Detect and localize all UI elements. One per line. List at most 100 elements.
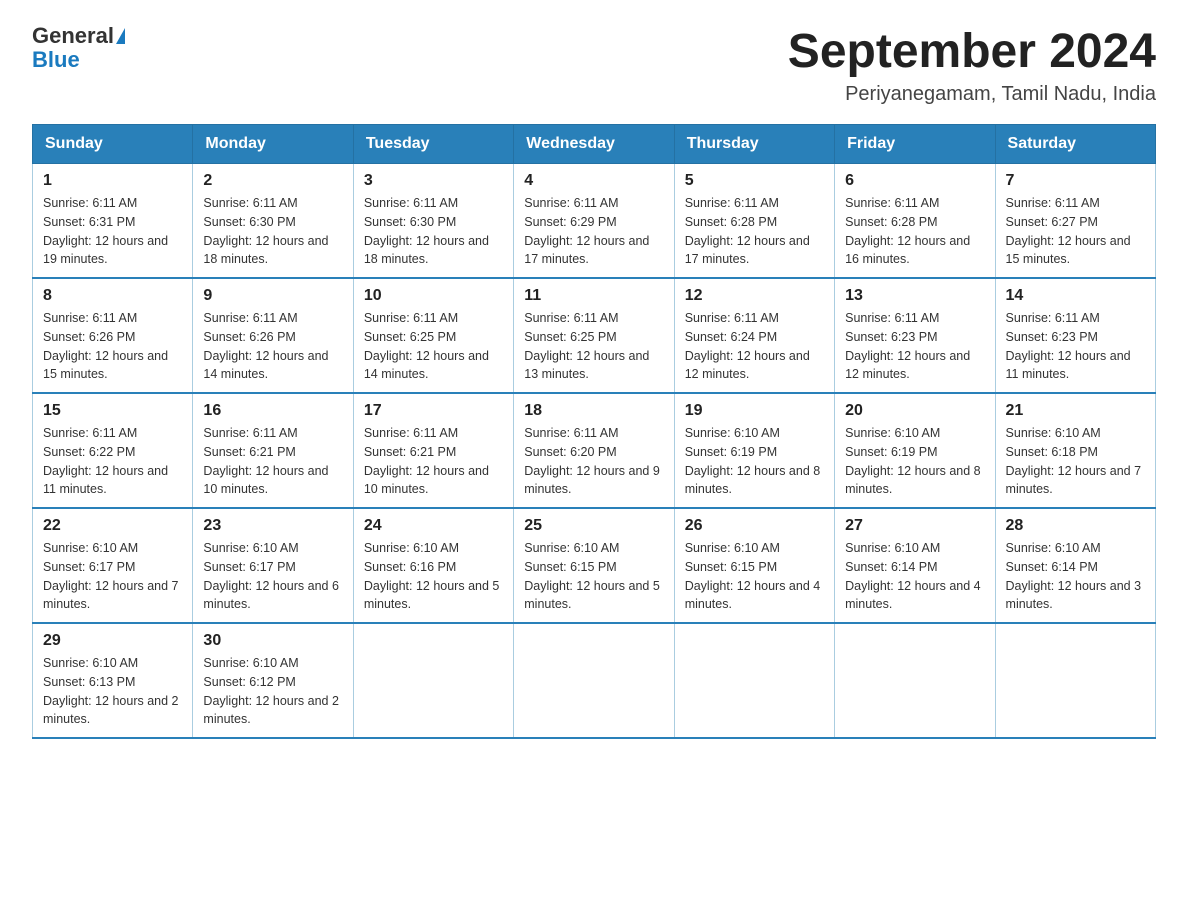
col-sunday: Sunday <box>33 125 193 164</box>
day-number: 3 <box>364 172 503 190</box>
table-row: 8 Sunrise: 6:11 AMSunset: 6:26 PMDayligh… <box>33 278 193 393</box>
logo-general: General <box>32 24 114 48</box>
day-info: Sunrise: 6:10 AMSunset: 6:19 PMDaylight:… <box>845 426 981 496</box>
day-info: Sunrise: 6:10 AMSunset: 6:15 PMDaylight:… <box>524 541 660 611</box>
day-number: 30 <box>203 632 342 650</box>
table-row: 9 Sunrise: 6:11 AMSunset: 6:26 PMDayligh… <box>193 278 353 393</box>
calendar-header-row: Sunday Monday Tuesday Wednesday Thursday… <box>33 125 1156 164</box>
col-saturday: Saturday <box>995 125 1155 164</box>
day-number: 5 <box>685 172 824 190</box>
day-info: Sunrise: 6:10 AMSunset: 6:14 PMDaylight:… <box>1006 541 1142 611</box>
col-monday: Monday <box>193 125 353 164</box>
day-number: 4 <box>524 172 663 190</box>
table-row: 12 Sunrise: 6:11 AMSunset: 6:24 PMDaylig… <box>674 278 834 393</box>
table-row: 20 Sunrise: 6:10 AMSunset: 6:19 PMDaylig… <box>835 393 995 508</box>
week-row: 29 Sunrise: 6:10 AMSunset: 6:13 PMDaylig… <box>33 623 1156 738</box>
table-row: 11 Sunrise: 6:11 AMSunset: 6:25 PMDaylig… <box>514 278 674 393</box>
table-row <box>674 623 834 738</box>
day-number: 17 <box>364 402 503 420</box>
day-number: 24 <box>364 517 503 535</box>
day-number: 28 <box>1006 517 1145 535</box>
day-number: 20 <box>845 402 984 420</box>
table-row <box>835 623 995 738</box>
day-number: 13 <box>845 287 984 305</box>
day-number: 25 <box>524 517 663 535</box>
day-info: Sunrise: 6:10 AMSunset: 6:15 PMDaylight:… <box>685 541 821 611</box>
day-info: Sunrise: 6:11 AMSunset: 6:30 PMDaylight:… <box>203 196 328 266</box>
table-row: 17 Sunrise: 6:11 AMSunset: 6:21 PMDaylig… <box>353 393 513 508</box>
day-number: 10 <box>364 287 503 305</box>
table-row <box>353 623 513 738</box>
day-info: Sunrise: 6:11 AMSunset: 6:22 PMDaylight:… <box>43 426 168 496</box>
day-info: Sunrise: 6:11 AMSunset: 6:31 PMDaylight:… <box>43 196 168 266</box>
week-row: 1 Sunrise: 6:11 AMSunset: 6:31 PMDayligh… <box>33 164 1156 279</box>
col-thursday: Thursday <box>674 125 834 164</box>
day-info: Sunrise: 6:10 AMSunset: 6:13 PMDaylight:… <box>43 656 179 726</box>
day-number: 12 <box>685 287 824 305</box>
week-row: 15 Sunrise: 6:11 AMSunset: 6:22 PMDaylig… <box>33 393 1156 508</box>
table-row: 1 Sunrise: 6:11 AMSunset: 6:31 PMDayligh… <box>33 164 193 279</box>
logo-blue: Blue <box>32 48 80 72</box>
table-row: 19 Sunrise: 6:10 AMSunset: 6:19 PMDaylig… <box>674 393 834 508</box>
day-info: Sunrise: 6:11 AMSunset: 6:25 PMDaylight:… <box>524 311 649 381</box>
title-area: September 2024 Periyanegamam, Tamil Nadu… <box>788 24 1156 106</box>
col-friday: Friday <box>835 125 995 164</box>
day-number: 8 <box>43 287 182 305</box>
day-number: 2 <box>203 172 342 190</box>
day-info: Sunrise: 6:10 AMSunset: 6:19 PMDaylight:… <box>685 426 821 496</box>
day-number: 7 <box>1006 172 1145 190</box>
day-info: Sunrise: 6:11 AMSunset: 6:23 PMDaylight:… <box>1006 311 1131 381</box>
table-row: 23 Sunrise: 6:10 AMSunset: 6:17 PMDaylig… <box>193 508 353 623</box>
table-row: 21 Sunrise: 6:10 AMSunset: 6:18 PMDaylig… <box>995 393 1155 508</box>
day-number: 9 <box>203 287 342 305</box>
page-header: General Blue September 2024 Periyanegama… <box>32 24 1156 106</box>
week-row: 22 Sunrise: 6:10 AMSunset: 6:17 PMDaylig… <box>33 508 1156 623</box>
calendar-title: September 2024 <box>788 24 1156 79</box>
day-info: Sunrise: 6:11 AMSunset: 6:30 PMDaylight:… <box>364 196 489 266</box>
day-info: Sunrise: 6:10 AMSunset: 6:12 PMDaylight:… <box>203 656 339 726</box>
day-number: 29 <box>43 632 182 650</box>
table-row <box>995 623 1155 738</box>
col-wednesday: Wednesday <box>514 125 674 164</box>
col-tuesday: Tuesday <box>353 125 513 164</box>
table-row: 28 Sunrise: 6:10 AMSunset: 6:14 PMDaylig… <box>995 508 1155 623</box>
table-row: 25 Sunrise: 6:10 AMSunset: 6:15 PMDaylig… <box>514 508 674 623</box>
day-number: 11 <box>524 287 663 305</box>
day-info: Sunrise: 6:10 AMSunset: 6:14 PMDaylight:… <box>845 541 981 611</box>
day-info: Sunrise: 6:11 AMSunset: 6:28 PMDaylight:… <box>685 196 810 266</box>
table-row: 10 Sunrise: 6:11 AMSunset: 6:25 PMDaylig… <box>353 278 513 393</box>
day-number: 16 <box>203 402 342 420</box>
day-number: 27 <box>845 517 984 535</box>
table-row: 29 Sunrise: 6:10 AMSunset: 6:13 PMDaylig… <box>33 623 193 738</box>
table-row: 16 Sunrise: 6:11 AMSunset: 6:21 PMDaylig… <box>193 393 353 508</box>
table-row <box>514 623 674 738</box>
table-row: 14 Sunrise: 6:11 AMSunset: 6:23 PMDaylig… <box>995 278 1155 393</box>
logo-triangle-icon <box>116 28 125 44</box>
day-info: Sunrise: 6:11 AMSunset: 6:25 PMDaylight:… <box>364 311 489 381</box>
day-number: 14 <box>1006 287 1145 305</box>
table-row: 26 Sunrise: 6:10 AMSunset: 6:15 PMDaylig… <box>674 508 834 623</box>
day-info: Sunrise: 6:11 AMSunset: 6:26 PMDaylight:… <box>43 311 168 381</box>
table-row: 7 Sunrise: 6:11 AMSunset: 6:27 PMDayligh… <box>995 164 1155 279</box>
table-row: 15 Sunrise: 6:11 AMSunset: 6:22 PMDaylig… <box>33 393 193 508</box>
day-info: Sunrise: 6:11 AMSunset: 6:21 PMDaylight:… <box>364 426 489 496</box>
table-row: 5 Sunrise: 6:11 AMSunset: 6:28 PMDayligh… <box>674 164 834 279</box>
day-number: 26 <box>685 517 824 535</box>
calendar-table: Sunday Monday Tuesday Wednesday Thursday… <box>32 124 1156 739</box>
table-row: 2 Sunrise: 6:11 AMSunset: 6:30 PMDayligh… <box>193 164 353 279</box>
table-row: 13 Sunrise: 6:11 AMSunset: 6:23 PMDaylig… <box>835 278 995 393</box>
day-info: Sunrise: 6:10 AMSunset: 6:17 PMDaylight:… <box>203 541 339 611</box>
table-row: 22 Sunrise: 6:10 AMSunset: 6:17 PMDaylig… <box>33 508 193 623</box>
day-number: 6 <box>845 172 984 190</box>
day-info: Sunrise: 6:10 AMSunset: 6:18 PMDaylight:… <box>1006 426 1142 496</box>
logo: General Blue <box>32 24 125 72</box>
day-info: Sunrise: 6:11 AMSunset: 6:23 PMDaylight:… <box>845 311 970 381</box>
day-info: Sunrise: 6:11 AMSunset: 6:26 PMDaylight:… <box>203 311 328 381</box>
day-info: Sunrise: 6:11 AMSunset: 6:28 PMDaylight:… <box>845 196 970 266</box>
table-row: 30 Sunrise: 6:10 AMSunset: 6:12 PMDaylig… <box>193 623 353 738</box>
day-number: 19 <box>685 402 824 420</box>
day-info: Sunrise: 6:11 AMSunset: 6:29 PMDaylight:… <box>524 196 649 266</box>
day-info: Sunrise: 6:11 AMSunset: 6:27 PMDaylight:… <box>1006 196 1131 266</box>
day-number: 18 <box>524 402 663 420</box>
day-number: 1 <box>43 172 182 190</box>
